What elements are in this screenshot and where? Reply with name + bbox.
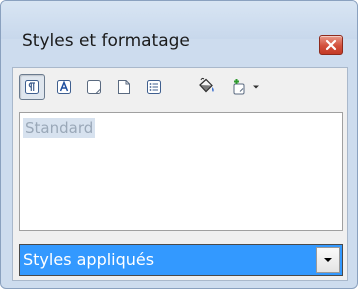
list-styles-button[interactable] bbox=[141, 74, 167, 100]
style-filter-dropdown[interactable]: Styles appliqués bbox=[19, 244, 343, 276]
frame-styles-button[interactable] bbox=[81, 74, 107, 100]
style-list[interactable]: Standard bbox=[19, 112, 343, 231]
list-item[interactable]: Standard bbox=[23, 118, 96, 138]
dropdown-arrow-button[interactable] bbox=[316, 247, 340, 273]
list-styles-icon bbox=[147, 80, 161, 94]
window-title: Styles et formatage bbox=[22, 31, 190, 51]
character-styles-icon bbox=[57, 80, 71, 94]
paragraph-styles-button[interactable] bbox=[19, 74, 45, 100]
chevron-down-icon bbox=[324, 258, 332, 262]
frame-styles-icon bbox=[87, 80, 101, 94]
new-style-icon bbox=[233, 79, 244, 95]
close-button[interactable] bbox=[319, 35, 343, 55]
styles-panel: Standard Styles appliqués bbox=[12, 67, 348, 281]
page-styles-icon bbox=[118, 80, 130, 94]
character-styles-button[interactable] bbox=[51, 74, 77, 100]
styles-toolbar bbox=[13, 68, 347, 106]
style-filter-value: Styles appliqués bbox=[23, 250, 155, 269]
paragraph-styles-icon bbox=[25, 80, 39, 94]
paint-bucket-icon bbox=[199, 77, 214, 93]
fill-format-mode-button[interactable] bbox=[193, 74, 219, 100]
close-icon bbox=[325, 39, 337, 51]
new-style-from-selection-button[interactable] bbox=[227, 74, 261, 100]
styles-formatting-window: Styles et formatage Standard Styles appl… bbox=[0, 0, 358, 289]
chevron-down-icon bbox=[252, 85, 259, 89]
page-styles-button[interactable] bbox=[111, 74, 137, 100]
